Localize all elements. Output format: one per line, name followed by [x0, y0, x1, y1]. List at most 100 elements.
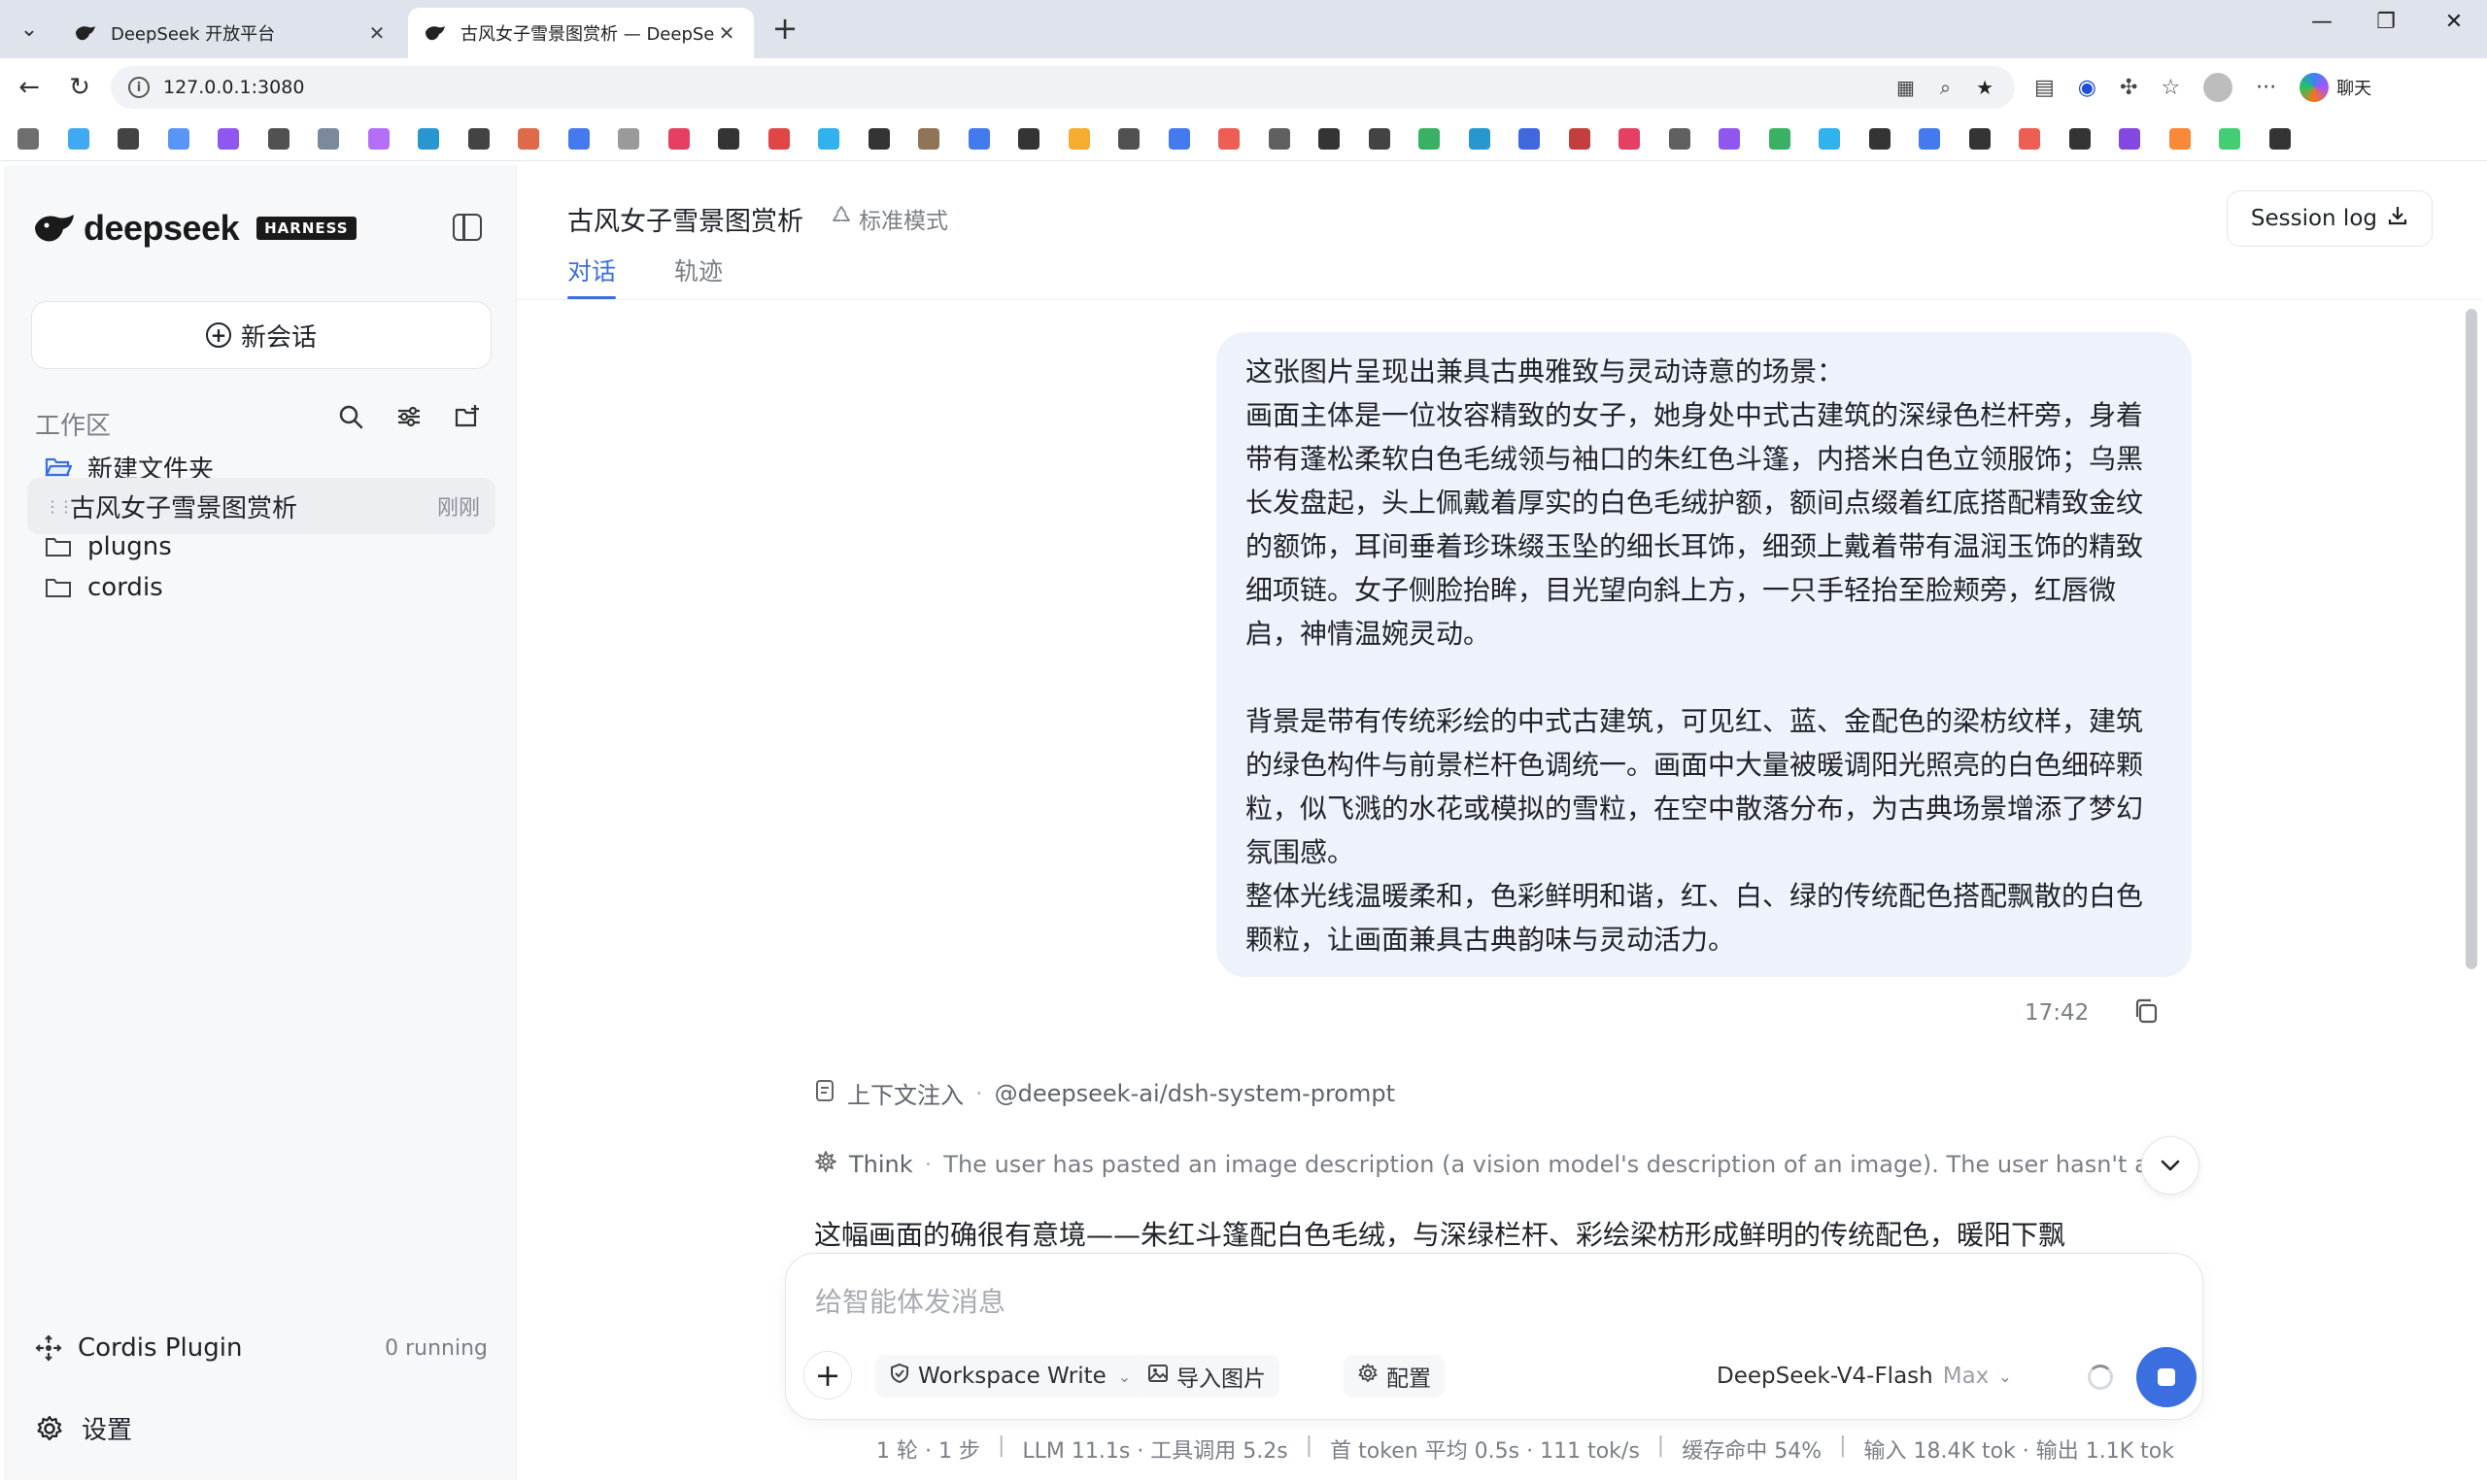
new-chat-button[interactable]: + 新会话: [31, 301, 492, 369]
bookmark-star-icon[interactable]: ★: [1976, 76, 1993, 99]
back-arrow-icon[interactable]: ←: [12, 70, 47, 105]
copilot-chat-button[interactable]: 聊天: [2300, 73, 2371, 102]
workspace-mode-select[interactable]: Workspace Write ⌄: [875, 1355, 1145, 1398]
bookmark-favicon-icon[interactable]: [1418, 128, 1440, 150]
close-tab-icon[interactable]: ✕: [715, 21, 738, 45]
reload-icon[interactable]: ↻: [62, 70, 97, 105]
new-chat-label: 新会话: [240, 322, 317, 353]
bookmark-favicon-icon[interactable]: [718, 128, 739, 150]
browser-tab-bar: ⌄ DeepSeek 开放平台 ✕ 古风女子雪景图赏析 — DeepSeek ✕…: [0, 0, 2487, 58]
chat-scrollbar[interactable]: [2466, 309, 2477, 969]
bookmark-favicon-icon[interactable]: [767, 128, 790, 150]
bookmark-favicon-icon[interactable]: [1919, 128, 1940, 150]
sidebar-toggle-icon[interactable]: [453, 214, 482, 241]
bookmark-favicon-icon[interactable]: [267, 128, 290, 150]
bookmark-favicon-icon[interactable]: [1318, 128, 1340, 150]
app-grid-icon[interactable]: ▦: [1896, 76, 1915, 99]
extensions-puzzle-icon[interactable]: ✣: [2120, 76, 2137, 100]
session-log-button[interactable]: Session log: [2226, 190, 2433, 247]
bookmark-favicon-icon[interactable]: [2219, 128, 2240, 150]
bookmark-favicon-icon[interactable]: [518, 128, 539, 150]
bookmark-favicon-icon[interactable]: [1118, 128, 1140, 150]
bookmark-favicon-icon[interactable]: [467, 128, 490, 150]
bookmark-favicon-icon[interactable]: [1268, 128, 1290, 150]
tree-item-cordis[interactable]: cordis: [27, 559, 495, 616]
download-icon: [2387, 205, 2408, 232]
bookmark-favicon-icon[interactable]: [118, 128, 139, 150]
bookmark-favicon-icon[interactable]: [1868, 128, 1891, 150]
bookmark-favicon-icon[interactable]: [1518, 128, 1540, 150]
minimize-icon[interactable]: —: [2302, 10, 2341, 34]
bookmark-favicon-icon[interactable]: [1568, 128, 1590, 150]
bookmark-favicon-icon[interactable]: [2068, 128, 2091, 150]
bookmark-favicon-icon[interactable]: [1768, 128, 1790, 150]
bookmark-favicon-icon[interactable]: [918, 128, 939, 150]
stop-generation-button[interactable]: [2136, 1347, 2197, 1407]
window-close-icon[interactable]: ✕: [2435, 10, 2473, 34]
restore-icon[interactable]: ❐: [2367, 10, 2405, 34]
settings-label: 设置: [82, 1416, 133, 1445]
bookmark-favicon-icon[interactable]: [17, 128, 39, 150]
config-button[interactable]: 配置: [1344, 1355, 1445, 1398]
extension-shield-icon[interactable]: ◉: [2078, 76, 2096, 100]
bookmark-favicon-icon[interactable]: [167, 128, 189, 150]
think-row[interactable]: Think · The user has pasted an image des…: [814, 1150, 2182, 1179]
bookmark-favicon-icon[interactable]: [868, 128, 890, 150]
model-select[interactable]: DeepSeek-V4-Flash Max ⌄: [1717, 1355, 2012, 1398]
new-folder-icon[interactable]: [453, 402, 482, 431]
site-info-icon[interactable]: i: [128, 77, 150, 98]
bookmark-favicon-icon[interactable]: [1819, 128, 1840, 150]
bookmark-favicon-icon[interactable]: [2019, 128, 2040, 150]
bookmark-favicon-icon[interactable]: [2168, 128, 2191, 150]
bookmark-favicon-icon[interactable]: [1168, 128, 1190, 150]
copy-icon[interactable]: [2131, 996, 2161, 1026]
bookmark-favicon-icon[interactable]: [318, 128, 339, 150]
bookmark-favicon-icon[interactable]: [1668, 128, 1690, 150]
more-menu-icon[interactable]: ···: [2256, 76, 2276, 100]
bookmark-favicon-icon[interactable]: [1368, 128, 1390, 150]
profile-avatar[interactable]: [2203, 73, 2233, 102]
bookmark-favicon-icon[interactable]: [1719, 128, 1740, 150]
bookmark-favicon-icon[interactable]: [667, 128, 690, 150]
context-injection-row[interactable]: 上下文注入 · @deepseek-ai/dsh-system-prompt: [814, 1076, 1395, 1110]
tab-list-chevron-icon[interactable]: ⌄: [12, 12, 47, 47]
url-field[interactable]: i 127.0.0.1:3080 ▦ ⌕ ★: [111, 66, 2015, 109]
reading-view-icon[interactable]: ▤: [2034, 76, 2055, 100]
plugin-status-row[interactable]: Cordis Plugin 0 running: [35, 1329, 488, 1367]
bookmark-favicon-icon[interactable]: [1018, 128, 1039, 150]
bookmark-favicon-icon[interactable]: [1068, 128, 1090, 150]
bookmark-favicon-icon[interactable]: [618, 128, 639, 150]
bookmark-favicon-icon[interactable]: [367, 128, 390, 150]
scroll-to-bottom-button[interactable]: [2141, 1136, 2199, 1195]
drag-handle-icon[interactable]: ⋮⋮: [45, 497, 74, 516]
browser-tab-active-session[interactable]: 古风女子雪景图赏析 — DeepSeek ✕: [408, 8, 754, 58]
plugin-count: 0 running: [385, 1335, 488, 1361]
bookmark-favicon-icon[interactable]: [2119, 128, 2140, 150]
message-input[interactable]: 给智能体发消息: [815, 1281, 1005, 1320]
filter-sliders-icon[interactable]: [394, 402, 424, 431]
favorites-icon[interactable]: ☆: [2161, 76, 2180, 100]
new-tab-plus-icon[interactable]: +: [767, 12, 802, 47]
bookmark-favicon-icon[interactable]: [418, 128, 439, 150]
bookmark-favicon-icon[interactable]: [1218, 128, 1240, 150]
bookmark-favicon-icon[interactable]: [1968, 128, 1991, 150]
bookmark-favicon-icon[interactable]: [2268, 128, 2291, 150]
zoom-icon[interactable]: ⌕: [1940, 76, 1951, 99]
stat-cache: 缓存命中 54%: [1682, 1439, 1823, 1464]
mode-indicator[interactable]: 标准模式: [830, 202, 948, 235]
browser-tab-deepseek-platform[interactable]: DeepSeek 开放平台 ✕: [58, 8, 404, 58]
bookmark-favicon-icon[interactable]: [567, 128, 590, 150]
tab-trace[interactable]: 轨迹: [674, 253, 723, 299]
close-tab-icon[interactable]: ✕: [365, 21, 389, 45]
bookmark-favicon-icon[interactable]: [218, 128, 239, 150]
settings-button[interactable]: 设置: [35, 1410, 132, 1446]
bookmark-favicon-icon[interactable]: [1618, 128, 1640, 150]
tab-conversation[interactable]: 对话: [567, 253, 617, 299]
import-image-button[interactable]: 导入图片: [1134, 1355, 1279, 1398]
bookmark-favicon-icon[interactable]: [818, 128, 839, 150]
bookmark-favicon-icon[interactable]: [67, 128, 89, 150]
bookmark-favicon-icon[interactable]: [1468, 128, 1490, 150]
bookmark-favicon-icon[interactable]: [968, 128, 990, 150]
search-icon[interactable]: [336, 402, 365, 431]
attach-plus-button[interactable]: +: [803, 1351, 852, 1400]
